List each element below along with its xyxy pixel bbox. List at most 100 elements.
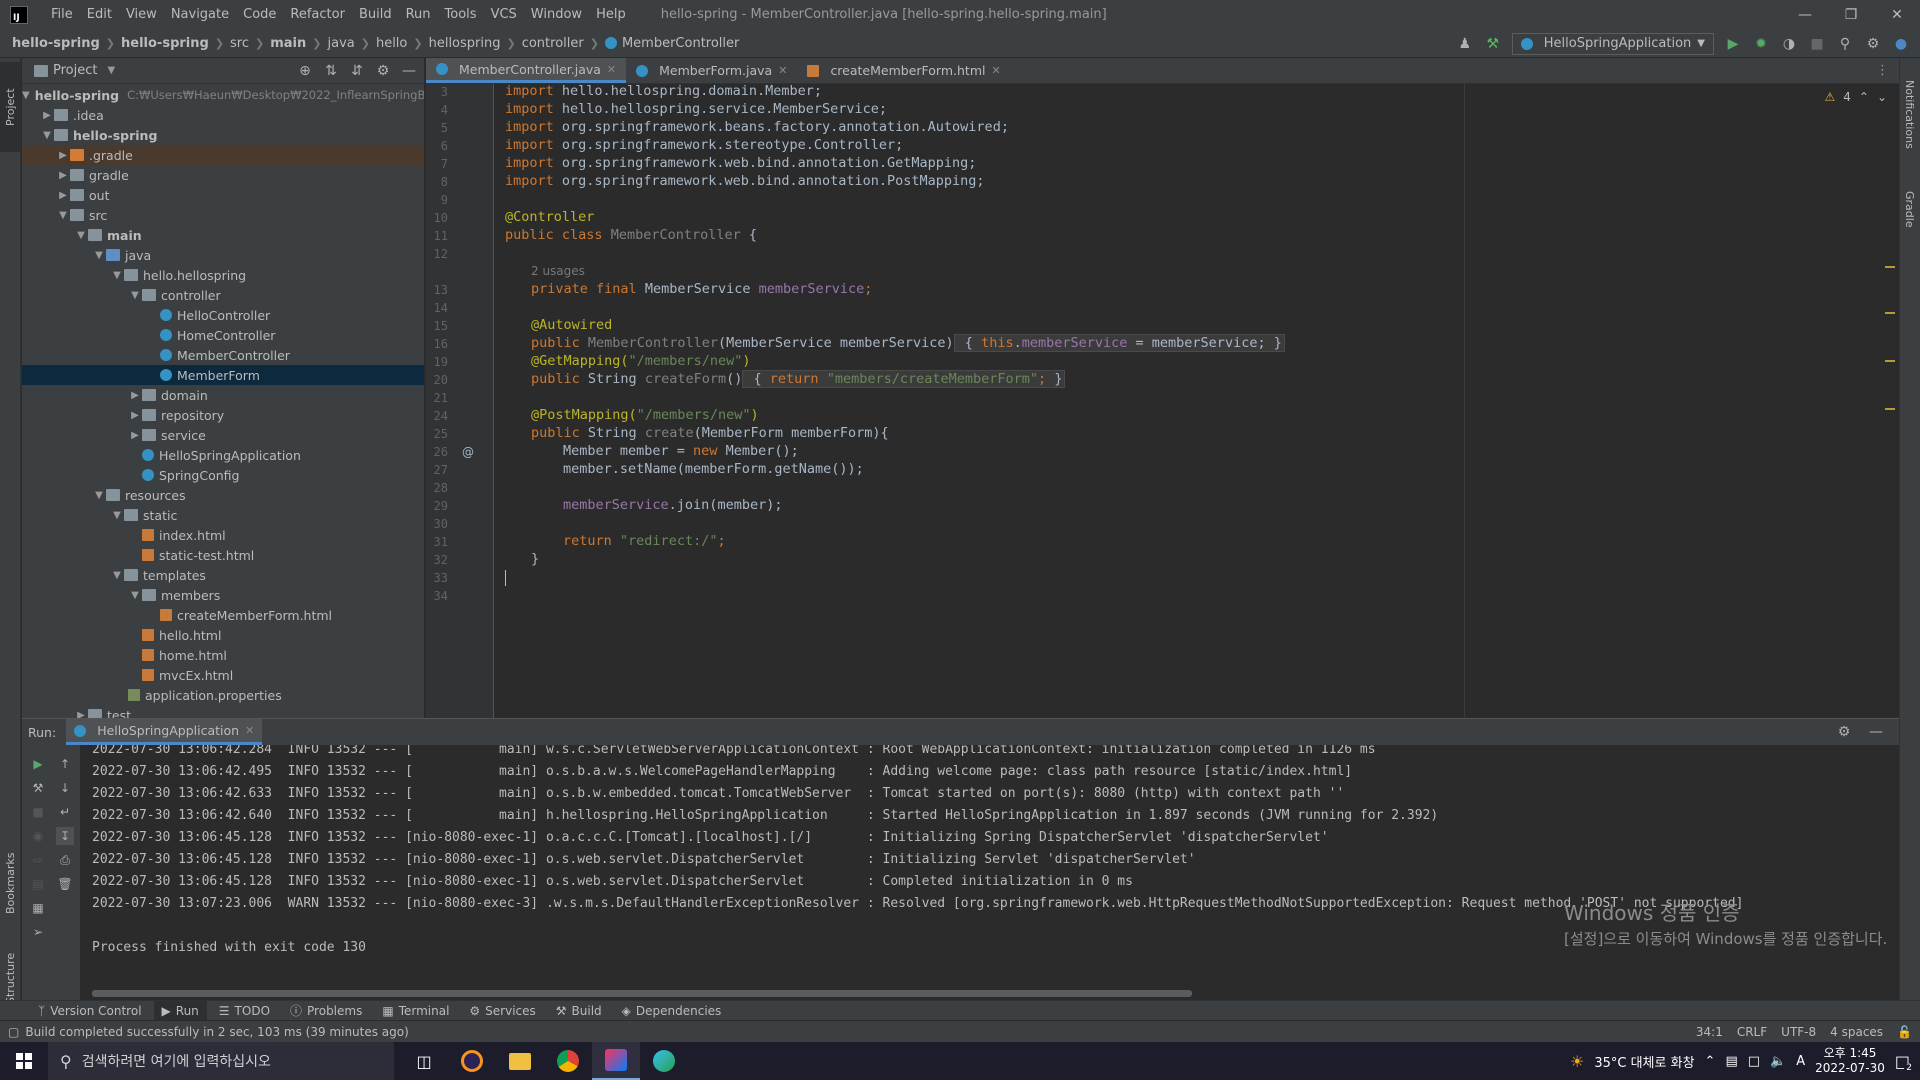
minimize-icon[interactable]: — [1782,0,1828,29]
caret-position[interactable]: 34:1 [1696,1025,1723,1039]
pin-icon[interactable]: ➢ [29,923,47,941]
tree-item-repository[interactable]: ▶ repository [22,405,424,425]
tree-item-out[interactable]: ▶ out [22,185,424,205]
chevron-down-icon[interactable]: ▼ [128,590,142,601]
stop-icon[interactable]: ■ [29,803,47,821]
trash-icon[interactable]: 🗑 [56,875,74,893]
chevron-right-icon[interactable]: ▶ [128,410,142,421]
tree-item-memberform[interactable]: MemberForm [22,365,424,385]
warning-stripe-marker[interactable] [1885,312,1895,314]
chevron-up-icon[interactable]: ⌃ [1859,90,1869,104]
print-icon[interactable]: ⎙ [56,851,74,869]
menu-run[interactable]: Run [399,7,438,22]
gear-icon[interactable]: ⚙ [1835,723,1853,741]
tree-item-controller[interactable]: ▼ controller [22,285,424,305]
tab-version-control[interactable]: ᛉ Version Control [30,1001,150,1021]
gutter-marker-icon[interactable]: @ [462,445,474,459]
menu-edit[interactable]: Edit [80,7,119,22]
run-icon[interactable]: ▶ [1724,35,1742,53]
gear-icon[interactable]: ⚙ [1864,35,1882,53]
clock[interactable]: 오후 1:45 2022-07-30 [1815,1046,1885,1076]
restore-icon[interactable]: ❐ [1828,0,1874,29]
tree-item-creatememberform-html[interactable]: createMemberForm.html [22,605,424,625]
tab-memberform[interactable]: MemberForm.java ✕ [626,58,797,83]
task-view-icon[interactable]: ◫ [400,1042,448,1080]
menu-file[interactable]: File [44,7,80,22]
tree-item-test[interactable]: ▶ test [22,705,424,718]
chevron-right-icon[interactable]: ▶ [56,170,70,181]
tab-run[interactable]: ▶ Run [153,1000,207,1021]
console-output[interactable]: 2022-07-30 13:06:42.284 INFO 13532 --- [… [80,745,1899,1001]
chevron-down-icon[interactable]: ⌄ [1877,90,1887,104]
tree-item-members[interactable]: ▼ members [22,585,424,605]
run-tab-hellospringapplication[interactable]: HelloSpringApplication ✕ [66,719,263,745]
tree-item-springconfig[interactable]: SpringConfig [22,465,424,485]
menu-tools[interactable]: Tools [438,7,484,22]
arrow-down-icon[interactable]: ↓ [56,779,74,797]
tree-item-hellospringapplication[interactable]: HelloSpringApplication [22,445,424,465]
line-separator[interactable]: CRLF [1737,1025,1767,1039]
tree-item-package[interactable]: ▼ hello.hellospring [22,265,424,285]
notification-center-icon[interactable]: □ 2 [1895,1052,1914,1073]
warning-stripe-marker[interactable] [1885,408,1895,410]
menu-window[interactable]: Window [524,7,589,22]
tree-item-dot-gradle[interactable]: ▶ .gradle [22,145,424,165]
user-icon[interactable]: ♟ [1456,35,1474,53]
chevron-right-icon[interactable]: ▶ [128,390,142,401]
tree-item-resources[interactable]: ▼ resources [22,485,424,505]
chevron-right-icon[interactable]: ▶ [128,430,142,441]
hide-panel-icon[interactable]: — [400,62,418,80]
tab-terminal[interactable]: ▦ Terminal [374,1001,457,1021]
chevron-down-icon[interactable]: ▼ [56,210,70,221]
gear-icon[interactable]: ⚙ [374,62,392,80]
ime-indicator[interactable]: A [1796,1054,1805,1069]
tree-item-homecontroller[interactable]: HomeController [22,325,424,345]
intellij-logo-icon[interactable]: IJ [10,5,28,24]
hide-panel-icon[interactable]: — [1867,723,1885,741]
layout-grid-icon[interactable]: ▦ [29,899,47,917]
stop-icon[interactable]: ■ [1808,35,1826,53]
chevron-right-icon[interactable]: ▶ [40,110,54,121]
crumb-module[interactable]: hello-spring [121,36,209,51]
tree-item-hello-html[interactable]: hello.html [22,625,424,645]
menu-view[interactable]: View [119,7,164,22]
crumb-hello[interactable]: hello [376,36,407,51]
tree-item-application-properties[interactable]: application.properties [22,685,424,705]
tab-build[interactable]: ⚒ Build [548,1001,610,1021]
weather-icon[interactable]: ☀ [1570,1052,1584,1071]
chevron-down-icon[interactable]: ▼ [107,65,115,76]
close-icon[interactable]: ✕ [991,64,1000,77]
chevron-down-icon[interactable]: ▼ [74,230,88,241]
project-view-select[interactable]: Project [53,63,97,78]
edge-icon[interactable] [640,1042,688,1080]
close-icon[interactable]: ✕ [245,724,254,737]
collapse-all-icon[interactable]: ⇵ [348,62,366,80]
tab-membercontroller[interactable]: MemberController.java ✕ [426,58,627,83]
crumb-main[interactable]: main [270,36,306,51]
gradle-tool-tab[interactable]: Gradle [1899,174,1920,244]
indent-setting[interactable]: 4 spaces [1830,1025,1883,1039]
chevron-up-icon[interactable]: ⌃ [1705,1054,1716,1069]
tree-item-idea[interactable]: ▶ .idea [22,105,424,125]
crumb-hellospring[interactable]: hellospring [429,36,501,51]
folded-code-region[interactable]: { this.memberService = memberService; } [953,334,1285,352]
close-icon[interactable]: ✕ [1874,0,1920,29]
expand-all-icon[interactable]: ⇅ [322,62,340,80]
tree-item-gradle[interactable]: ▶ gradle [22,165,424,185]
camera-icon[interactable]: ◉ [29,827,47,845]
chevron-right-icon[interactable]: ▶ [56,190,70,201]
coverage-icon[interactable]: ◑ [1780,35,1798,53]
status-toggle-icon[interactable]: ▢ [8,1025,19,1039]
monitor-icon[interactable]: □ [1748,1054,1760,1069]
arrow-up-icon[interactable]: ↑ [56,755,74,773]
more-tabs-icon[interactable]: ⋮ [1876,58,1899,83]
exit-icon[interactable]: ⇨ [29,851,47,869]
chevron-down-icon[interactable]: ▼ [40,130,54,141]
build-hammer-icon[interactable]: ⚒ [1484,35,1502,53]
menu-vcs[interactable]: VCS [484,7,524,22]
soft-wrap-icon[interactable]: ↵ [56,803,74,821]
tree-item-index-html[interactable]: index.html [22,525,424,545]
locate-file-icon[interactable]: ⊕ [296,62,314,80]
crumb-project[interactable]: hello-spring [12,36,100,51]
code-with-me-icon[interactable]: ● [1892,35,1910,53]
